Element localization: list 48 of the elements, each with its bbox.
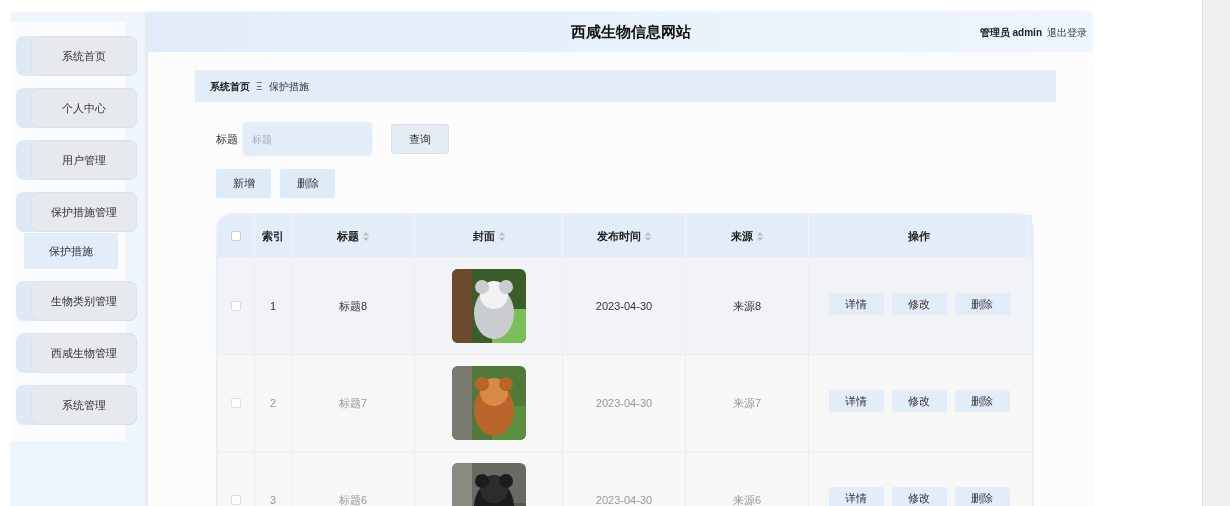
site-title: 西咸生物信息网站 (571, 21, 691, 42)
delete-button[interactable]: 删除 (954, 487, 1010, 506)
submenu-item[interactable]: 保护措施 (24, 233, 118, 269)
table-cell-text: 2023-04-30 (595, 395, 653, 411)
table-cell-text: 2023-04-30 (595, 298, 653, 314)
logout-link[interactable]: 退出登录 (1047, 24, 1087, 40)
checkbox[interactable] (231, 495, 241, 505)
checkbox[interactable] (231, 231, 241, 241)
table-cell-text: 标题7 (338, 395, 368, 411)
sidebar-item[interactable]: 生物类别管理 (31, 281, 137, 321)
add-button[interactable]: 新增 (216, 169, 271, 198)
table-cell-text: 2023-04-30 (595, 492, 653, 506)
details-button[interactable]: 详情 (828, 390, 884, 412)
table-cell-text: 来源6 (732, 492, 762, 506)
breadcrumb-current: 保护措施 (268, 79, 309, 94)
table-cell-text: 1 (269, 298, 277, 314)
table-cell-text: 2 (269, 395, 277, 411)
sidebar-item[interactable]: 保护措施管理 (31, 192, 137, 232)
delete-button[interactable]: 删除 (954, 390, 1010, 412)
edit-button[interactable]: 修改 (891, 293, 947, 315)
sidebar-item[interactable]: 系统管理 (31, 385, 137, 425)
details-button[interactable]: 详情 (828, 293, 884, 315)
sidebar-item[interactable]: 西咸生物管理 (31, 333, 137, 373)
delete-button[interactable]: 删除 (280, 169, 335, 198)
breadcrumb-link[interactable]: 系统首页 (210, 78, 250, 94)
sort-icon[interactable] (498, 231, 505, 241)
user-label: 管理员 admin (979, 25, 1042, 40)
breadcrumb-separator: Ξ (256, 79, 263, 94)
sidebar-item[interactable]: 系统首页 (31, 36, 137, 76)
query-button[interactable]: 查询 (391, 124, 449, 154)
table-cell-text: 来源8 (732, 298, 762, 314)
checkbox[interactable] (231, 398, 241, 408)
sidebar-item[interactable]: 用户管理 (31, 140, 137, 180)
sidebar-item[interactable]: 个人中心 (31, 88, 137, 128)
table-cell-text: 标题8 (338, 298, 368, 314)
sort-icon[interactable] (645, 231, 651, 241)
edit-button[interactable]: 修改 (891, 390, 947, 412)
table-cell-text: 标题6 (338, 492, 368, 506)
sort-icon[interactable] (757, 231, 763, 241)
delete-button[interactable]: 删除 (954, 293, 1010, 315)
edit-button[interactable]: 修改 (891, 487, 947, 506)
table-cell-text: 来源7 (732, 395, 762, 411)
details-button[interactable]: 详情 (828, 487, 884, 506)
checkbox[interactable] (231, 301, 241, 311)
table-cell-text: 3 (269, 492, 277, 506)
sort-icon[interactable] (363, 231, 369, 241)
search-label: 标题 (216, 131, 238, 147)
search-field[interactable]: 标题 (244, 123, 371, 155)
